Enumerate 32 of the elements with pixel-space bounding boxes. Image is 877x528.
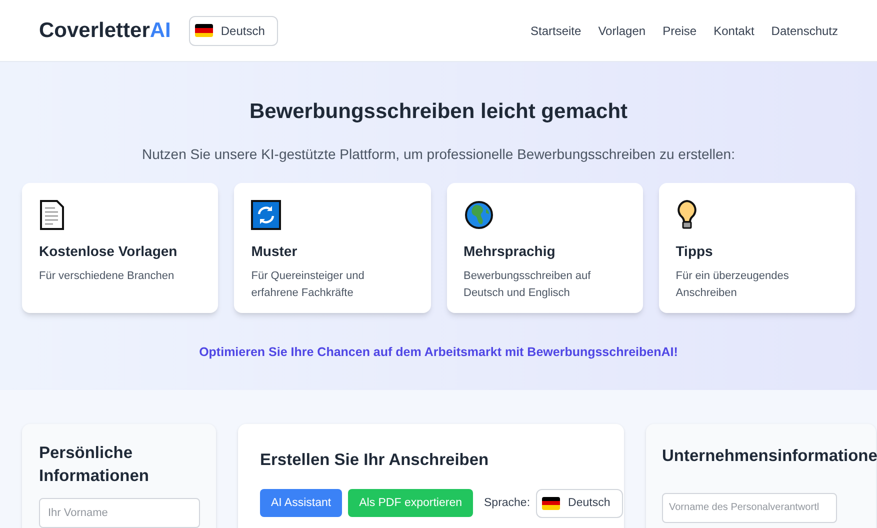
document-icon: [39, 200, 65, 230]
german-flag-icon: [542, 496, 560, 510]
refresh-icon: [251, 200, 282, 230]
assistant-button[interactable]: AI Assistant: [260, 489, 342, 518]
nav-link[interactable]: Datenschutz: [771, 22, 838, 40]
cta-text: Optimieren Sie Ihre Chancen auf dem Arbeitsmarkt mit BewerbungsschreibenAI!: [199, 344, 678, 361]
nav-link[interactable]: Startseite: [530, 22, 582, 40]
logo[interactable]: CoverletterAI: [39, 14, 171, 46]
feature-title: Mehrsprachig: [464, 242, 556, 261]
panel-title: Erstellen Sie Ihr Anschreiben: [260, 450, 490, 471]
hero-subtitle: Nutzen Sie unsere KI-gestützte Plattform, um professionelle Bewerbungsschreiben zu erstellen:: [142, 144, 735, 164]
lightbulb-icon: [676, 200, 698, 230]
language-label: Sprache:: [484, 496, 530, 511]
hero-title: Bewerbungsschreiben leicht gemacht: [249, 99, 628, 125]
feature-description: Für Quereinsteiger und erfahrene Fachkräfte: [251, 268, 366, 300]
nav-link[interactable]: Preise: [662, 22, 697, 40]
language-selector[interactable]: Deutsch: [536, 488, 624, 518]
globe-icon: [464, 200, 494, 230]
first-name-field[interactable]: Ihr Vorname: [39, 498, 200, 528]
contact-name-field[interactable]: Vorname des Personalverantwortl: [662, 492, 837, 523]
feature-title: Kostenlose Vorlagen: [39, 242, 178, 261]
panel-title: Unternehmensinformatione: [662, 446, 876, 467]
nav-link[interactable]: Kontakt: [714, 22, 754, 40]
panel-title: Persönliche Informationen: [39, 443, 150, 487]
feature-description: Bewerbungsschreiben auf Deutsch und Englisch: [464, 268, 592, 300]
german-flag-icon: [194, 24, 213, 37]
feature-title: Tipps: [676, 242, 714, 261]
feature-title: Muster: [251, 242, 298, 260]
feature-description: Für verschiedene Branchen: [39, 268, 176, 284]
feature-description: Für ein überzeugendes Anschreiben: [676, 268, 790, 300]
nav-link[interactable]: Vorlagen: [598, 22, 646, 40]
language-selector[interactable]: Deutsch: [188, 16, 278, 46]
